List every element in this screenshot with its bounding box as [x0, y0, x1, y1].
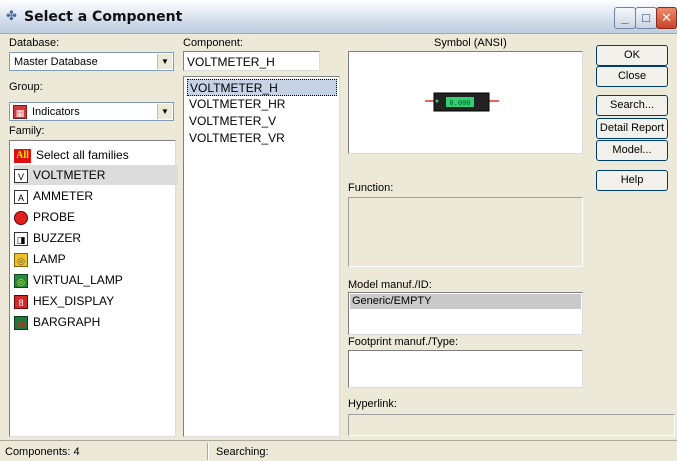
- select-component-dialog: ✤ Select a Component _ □ ✕ Database: Mas…: [0, 0, 677, 461]
- component-label: Component:: [183, 37, 243, 49]
- family-item-probe[interactable]: PROBE: [14, 207, 178, 227]
- footprint-label: Footprint manuf./Type:: [348, 336, 459, 348]
- family-item-buzzer[interactable]: ◨ BUZZER: [14, 228, 178, 248]
- family-item-label: VOLTMETER: [33, 168, 106, 182]
- title-bar[interactable]: ✤ Select a Component _ □ ✕: [0, 0, 677, 34]
- group-select[interactable]: ▦ Indicators ▼: [9, 102, 174, 121]
- chevron-down-icon[interactable]: ▼: [157, 104, 172, 119]
- probe-icon: [14, 210, 28, 225]
- family-item-hex-display[interactable]: 8 HEX_DISPLAY: [14, 291, 178, 311]
- lamp-icon: ◎: [14, 252, 28, 267]
- function-label: Function:: [348, 182, 394, 194]
- chevron-down-icon[interactable]: ▼: [157, 54, 172, 69]
- symbol-readout: 0.000: [449, 99, 470, 107]
- family-item-all[interactable]: All Select all families: [14, 145, 178, 165]
- group-label: Group:: [9, 81, 43, 93]
- family-item-label: BARGRAPH: [33, 315, 101, 329]
- database-select[interactable]: Master Database ▼: [9, 52, 174, 71]
- virtual-lamp-icon: ◎: [14, 273, 28, 288]
- family-list[interactable]: All Select all families V VOLTMETER A AMMET…: [9, 140, 178, 437]
- bargraph-icon: ▤: [14, 315, 28, 330]
- family-item-label: BUZZER: [33, 231, 81, 245]
- footprint-list[interactable]: [348, 350, 583, 388]
- hyperlink-field[interactable]: [348, 414, 675, 436]
- function-box: [348, 197, 583, 267]
- family-item-label: VIRTUAL_LAMP: [33, 273, 123, 287]
- component-list[interactable]: VOLTMETER_H VOLTMETER_HR VOLTMETER_V VOL…: [183, 76, 340, 437]
- model-label: Model manuf./ID:: [348, 279, 432, 291]
- family-item-lamp[interactable]: ◎ LAMP: [14, 249, 178, 269]
- hex-display-icon: 8: [14, 294, 28, 309]
- components-count: Components: 4: [5, 446, 80, 458]
- model-list[interactable]: Generic/EMPTY: [348, 292, 583, 335]
- component-app-icon: ✤: [6, 8, 17, 23]
- hyperlink-label: Hyperlink:: [348, 398, 397, 410]
- symbol-label: Symbol (ANSI): [434, 37, 507, 49]
- list-item[interactable]: VOLTMETER_HR: [187, 96, 337, 113]
- family-item-label: PROBE: [33, 210, 76, 224]
- database-select-value: Master Database: [14, 56, 98, 68]
- family-item-label: Select all families: [36, 148, 129, 162]
- model-button[interactable]: Model...: [596, 140, 668, 161]
- list-item[interactable]: VOLTMETER_H: [187, 79, 337, 96]
- window-title: Select a Component: [24, 9, 183, 25]
- list-item[interactable]: Generic/EMPTY: [350, 294, 581, 309]
- family-item-label: AMMETER: [33, 189, 93, 203]
- all-families-icon: All: [14, 148, 31, 163]
- voltmeter-symbol: 0.000: [425, 92, 499, 112]
- database-label: Database:: [9, 37, 60, 49]
- family-item-ammeter[interactable]: A AMMETER: [14, 186, 178, 206]
- component-search-input[interactable]: VOLTMETER_H: [183, 51, 320, 71]
- family-item-voltmeter[interactable]: V VOLTMETER: [14, 165, 178, 185]
- maximize-button[interactable]: □: [635, 7, 657, 29]
- symbol-preview: 0.000: [348, 51, 583, 154]
- search-button[interactable]: Search...: [596, 95, 668, 116]
- family-item-virtual-lamp[interactable]: ◎ VIRTUAL_LAMP: [14, 270, 178, 290]
- family-item-label: LAMP: [33, 252, 66, 266]
- minimize-button[interactable]: _: [614, 7, 636, 29]
- list-item[interactable]: VOLTMETER_VR: [187, 130, 337, 147]
- voltmeter-icon: V: [14, 168, 28, 183]
- close-button[interactable]: Close: [596, 66, 668, 87]
- indicators-icon: ▦: [13, 105, 27, 120]
- ammeter-icon: A: [14, 189, 28, 204]
- group-select-value: Indicators: [32, 106, 80, 118]
- ok-button[interactable]: OK: [596, 45, 668, 66]
- buzzer-icon: ◨: [14, 231, 28, 246]
- list-item[interactable]: VOLTMETER_V: [187, 113, 337, 130]
- searching-status: Searching:: [216, 446, 269, 458]
- close-window-button[interactable]: ✕: [656, 7, 677, 29]
- family-item-label: HEX_DISPLAY: [33, 294, 115, 308]
- family-label: Family:: [9, 125, 45, 137]
- status-divider: [207, 443, 209, 460]
- help-button[interactable]: Help: [596, 170, 668, 191]
- detail-report-button[interactable]: Detail Report: [596, 118, 668, 139]
- status-bar: Components: 4 Searching:: [0, 440, 677, 461]
- component-search-value: VOLTMETER_H: [187, 55, 275, 69]
- family-item-bargraph[interactable]: ▤ BARGRAPH: [14, 312, 178, 332]
